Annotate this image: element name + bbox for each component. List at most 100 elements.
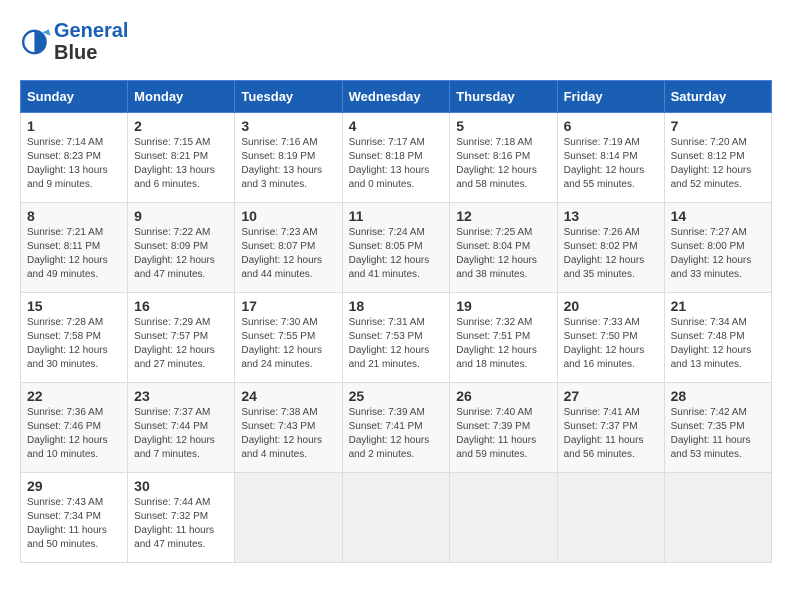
day-info: Sunrise: 7:22 AMSunset: 8:09 PMDaylight:… bbox=[134, 227, 215, 280]
day-number: 17 bbox=[241, 298, 335, 314]
day-number: 6 bbox=[564, 118, 658, 134]
calendar-day-cell: 16 Sunrise: 7:29 AMSunset: 7:57 PMDaylig… bbox=[128, 293, 235, 383]
day-number: 3 bbox=[241, 118, 335, 134]
day-number: 26 bbox=[456, 388, 550, 404]
day-number: 1 bbox=[27, 118, 121, 134]
calendar-day-cell: 14 Sunrise: 7:27 AMSunset: 8:00 PMDaylig… bbox=[664, 203, 771, 293]
calendar-day-cell: 2 Sunrise: 7:15 AMSunset: 8:21 PMDayligh… bbox=[128, 113, 235, 203]
day-info: Sunrise: 7:29 AMSunset: 7:57 PMDaylight:… bbox=[134, 317, 215, 370]
day-number: 11 bbox=[349, 208, 444, 224]
day-number: 21 bbox=[671, 298, 765, 314]
calendar-day-cell: 21 Sunrise: 7:34 AMSunset: 7:48 PMDaylig… bbox=[664, 293, 771, 383]
day-info: Sunrise: 7:43 AMSunset: 7:34 PMDaylight:… bbox=[27, 497, 107, 550]
calendar-day-cell: 8 Sunrise: 7:21 AMSunset: 8:11 PMDayligh… bbox=[21, 203, 128, 293]
day-info: Sunrise: 7:32 AMSunset: 7:51 PMDaylight:… bbox=[456, 317, 537, 370]
calendar-day-cell: 4 Sunrise: 7:17 AMSunset: 8:18 PMDayligh… bbox=[342, 113, 450, 203]
calendar-day-cell: 11 Sunrise: 7:24 AMSunset: 8:05 PMDaylig… bbox=[342, 203, 450, 293]
day-number: 12 bbox=[456, 208, 550, 224]
calendar-day-cell: 27 Sunrise: 7:41 AMSunset: 7:37 PMDaylig… bbox=[557, 383, 664, 473]
day-number: 16 bbox=[134, 298, 228, 314]
calendar-day-cell: 18 Sunrise: 7:31 AMSunset: 7:53 PMDaylig… bbox=[342, 293, 450, 383]
day-number: 13 bbox=[564, 208, 658, 224]
weekday-header-cell: Monday bbox=[128, 81, 235, 113]
day-number: 2 bbox=[134, 118, 228, 134]
day-number: 24 bbox=[241, 388, 335, 404]
calendar-day-cell bbox=[450, 473, 557, 563]
day-info: Sunrise: 7:39 AMSunset: 7:41 PMDaylight:… bbox=[349, 407, 430, 460]
calendar-day-cell bbox=[557, 473, 664, 563]
weekday-header-row: SundayMondayTuesdayWednesdayThursdayFrid… bbox=[21, 81, 772, 113]
day-info: Sunrise: 7:24 AMSunset: 8:05 PMDaylight:… bbox=[349, 227, 430, 280]
calendar-day-cell: 7 Sunrise: 7:20 AMSunset: 8:12 PMDayligh… bbox=[664, 113, 771, 203]
day-info: Sunrise: 7:20 AMSunset: 8:12 PMDaylight:… bbox=[671, 137, 752, 190]
day-number: 28 bbox=[671, 388, 765, 404]
weekday-header-cell: Tuesday bbox=[235, 81, 342, 113]
day-info: Sunrise: 7:14 AMSunset: 8:23 PMDaylight:… bbox=[27, 137, 108, 190]
day-number: 20 bbox=[564, 298, 658, 314]
day-info: Sunrise: 7:31 AMSunset: 7:53 PMDaylight:… bbox=[349, 317, 430, 370]
day-number: 18 bbox=[349, 298, 444, 314]
calendar-day-cell: 10 Sunrise: 7:23 AMSunset: 8:07 PMDaylig… bbox=[235, 203, 342, 293]
day-number: 15 bbox=[27, 298, 121, 314]
calendar-day-cell: 12 Sunrise: 7:25 AMSunset: 8:04 PMDaylig… bbox=[450, 203, 557, 293]
day-number: 30 bbox=[134, 478, 228, 494]
day-number: 27 bbox=[564, 388, 658, 404]
calendar-day-cell: 20 Sunrise: 7:33 AMSunset: 7:50 PMDaylig… bbox=[557, 293, 664, 383]
day-number: 7 bbox=[671, 118, 765, 134]
calendar-day-cell: 26 Sunrise: 7:40 AMSunset: 7:39 PMDaylig… bbox=[450, 383, 557, 473]
page-header: General Blue bbox=[20, 20, 772, 64]
calendar-week-row: 8 Sunrise: 7:21 AMSunset: 8:11 PMDayligh… bbox=[21, 203, 772, 293]
calendar-day-cell: 22 Sunrise: 7:36 AMSunset: 7:46 PMDaylig… bbox=[21, 383, 128, 473]
calendar-week-row: 15 Sunrise: 7:28 AMSunset: 7:58 PMDaylig… bbox=[21, 293, 772, 383]
day-info: Sunrise: 7:36 AMSunset: 7:46 PMDaylight:… bbox=[27, 407, 108, 460]
calendar-day-cell: 25 Sunrise: 7:39 AMSunset: 7:41 PMDaylig… bbox=[342, 383, 450, 473]
day-number: 22 bbox=[27, 388, 121, 404]
day-info: Sunrise: 7:28 AMSunset: 7:58 PMDaylight:… bbox=[27, 317, 108, 370]
calendar-day-cell: 19 Sunrise: 7:32 AMSunset: 7:51 PMDaylig… bbox=[450, 293, 557, 383]
calendar-day-cell: 15 Sunrise: 7:28 AMSunset: 7:58 PMDaylig… bbox=[21, 293, 128, 383]
day-number: 5 bbox=[456, 118, 550, 134]
day-info: Sunrise: 7:17 AMSunset: 8:18 PMDaylight:… bbox=[349, 137, 430, 190]
calendar-day-cell: 29 Sunrise: 7:43 AMSunset: 7:34 PMDaylig… bbox=[21, 473, 128, 563]
day-info: Sunrise: 7:44 AMSunset: 7:32 PMDaylight:… bbox=[134, 497, 214, 550]
day-number: 23 bbox=[134, 388, 228, 404]
calendar-day-cell: 17 Sunrise: 7:30 AMSunset: 7:55 PMDaylig… bbox=[235, 293, 342, 383]
day-info: Sunrise: 7:38 AMSunset: 7:43 PMDaylight:… bbox=[241, 407, 322, 460]
weekday-header-cell: Saturday bbox=[664, 81, 771, 113]
day-info: Sunrise: 7:21 AMSunset: 8:11 PMDaylight:… bbox=[27, 227, 108, 280]
day-info: Sunrise: 7:33 AMSunset: 7:50 PMDaylight:… bbox=[564, 317, 645, 370]
day-info: Sunrise: 7:26 AMSunset: 8:02 PMDaylight:… bbox=[564, 227, 645, 280]
weekday-header-cell: Friday bbox=[557, 81, 664, 113]
calendar-day-cell: 1 Sunrise: 7:14 AMSunset: 8:23 PMDayligh… bbox=[21, 113, 128, 203]
day-number: 10 bbox=[241, 208, 335, 224]
calendar-table: SundayMondayTuesdayWednesdayThursdayFrid… bbox=[20, 80, 772, 563]
day-info: Sunrise: 7:16 AMSunset: 8:19 PMDaylight:… bbox=[241, 137, 322, 190]
day-number: 4 bbox=[349, 118, 444, 134]
calendar-day-cell: 3 Sunrise: 7:16 AMSunset: 8:19 PMDayligh… bbox=[235, 113, 342, 203]
calendar-day-cell bbox=[664, 473, 771, 563]
day-info: Sunrise: 7:34 AMSunset: 7:48 PMDaylight:… bbox=[671, 317, 752, 370]
weekday-header-cell: Thursday bbox=[450, 81, 557, 113]
calendar-day-cell: 24 Sunrise: 7:38 AMSunset: 7:43 PMDaylig… bbox=[235, 383, 342, 473]
day-info: Sunrise: 7:19 AMSunset: 8:14 PMDaylight:… bbox=[564, 137, 645, 190]
day-info: Sunrise: 7:18 AMSunset: 8:16 PMDaylight:… bbox=[456, 137, 537, 190]
day-number: 29 bbox=[27, 478, 121, 494]
calendar-week-row: 1 Sunrise: 7:14 AMSunset: 8:23 PMDayligh… bbox=[21, 113, 772, 203]
day-info: Sunrise: 7:27 AMSunset: 8:00 PMDaylight:… bbox=[671, 227, 752, 280]
calendar-week-row: 29 Sunrise: 7:43 AMSunset: 7:34 PMDaylig… bbox=[21, 473, 772, 563]
day-info: Sunrise: 7:15 AMSunset: 8:21 PMDaylight:… bbox=[134, 137, 215, 190]
weekday-header-cell: Sunday bbox=[21, 81, 128, 113]
calendar-day-cell: 30 Sunrise: 7:44 AMSunset: 7:32 PMDaylig… bbox=[128, 473, 235, 563]
day-info: Sunrise: 7:42 AMSunset: 7:35 PMDaylight:… bbox=[671, 407, 751, 460]
calendar-day-cell: 6 Sunrise: 7:19 AMSunset: 8:14 PMDayligh… bbox=[557, 113, 664, 203]
day-info: Sunrise: 7:37 AMSunset: 7:44 PMDaylight:… bbox=[134, 407, 215, 460]
day-info: Sunrise: 7:41 AMSunset: 7:37 PMDaylight:… bbox=[564, 407, 644, 460]
calendar-day-cell: 13 Sunrise: 7:26 AMSunset: 8:02 PMDaylig… bbox=[557, 203, 664, 293]
day-number: 8 bbox=[27, 208, 121, 224]
calendar-week-row: 22 Sunrise: 7:36 AMSunset: 7:46 PMDaylig… bbox=[21, 383, 772, 473]
calendar-day-cell: 5 Sunrise: 7:18 AMSunset: 8:16 PMDayligh… bbox=[450, 113, 557, 203]
calendar-day-cell: 9 Sunrise: 7:22 AMSunset: 8:09 PMDayligh… bbox=[128, 203, 235, 293]
logo-general: General bbox=[54, 20, 128, 42]
weekday-header-cell: Wednesday bbox=[342, 81, 450, 113]
day-number: 9 bbox=[134, 208, 228, 224]
